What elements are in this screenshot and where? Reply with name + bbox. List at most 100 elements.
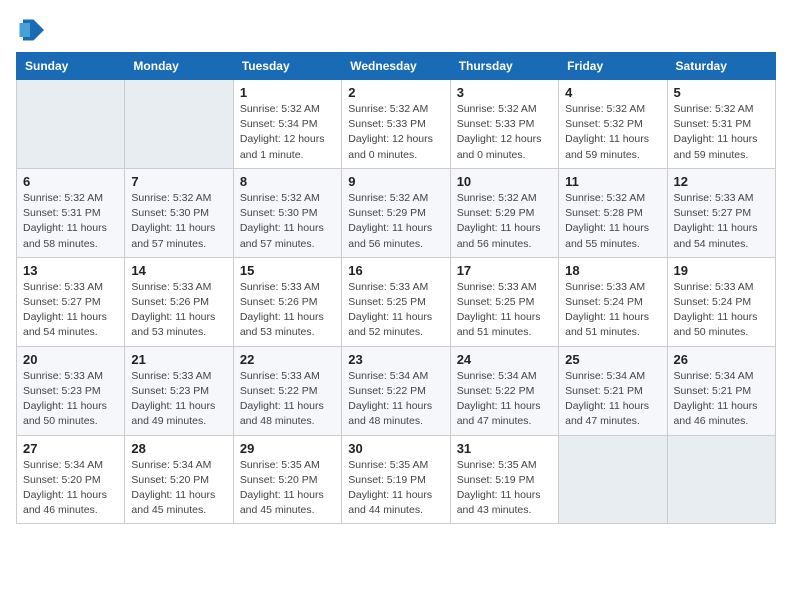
- calendar-body: 1 Sunrise: 5:32 AM Sunset: 5:34 PM Daylig…: [17, 80, 776, 524]
- calendar-cell: 23 Sunrise: 5:34 AM Sunset: 5:22 PM Dayli…: [342, 346, 450, 435]
- day-detail: Sunrise: 5:33 AM Sunset: 5:22 PM Dayligh…: [240, 369, 335, 430]
- day-number: 10: [457, 174, 552, 189]
- calendar-cell: 8 Sunrise: 5:32 AM Sunset: 5:30 PM Daylig…: [233, 168, 341, 257]
- weekday-header-sunday: Sunday: [17, 53, 125, 80]
- day-number: 23: [348, 352, 443, 367]
- day-detail: Sunrise: 5:34 AM Sunset: 5:22 PM Dayligh…: [348, 369, 443, 430]
- weekday-header-tuesday: Tuesday: [233, 53, 341, 80]
- day-number: 20: [23, 352, 118, 367]
- day-number: 25: [565, 352, 660, 367]
- calendar-cell: [559, 435, 667, 524]
- calendar-cell: 28Sunrise: 5:34 AM Sunset: 5:20 PM Dayli…: [125, 435, 233, 524]
- day-detail: Sunrise: 5:34 AM Sunset: 5:21 PM Dayligh…: [565, 369, 660, 430]
- calendar-week-2: 6 Sunrise: 5:32 AM Sunset: 5:31 PM Daylig…: [17, 168, 776, 257]
- day-number: 21: [131, 352, 226, 367]
- day-detail: Sunrise: 5:32 AM Sunset: 5:30 PM Dayligh…: [240, 191, 335, 252]
- day-detail: Sunrise: 5:35 AM Sunset: 5:19 PM Dayligh…: [457, 458, 552, 519]
- day-detail: Sunrise: 5:33 AM Sunset: 5:27 PM Dayligh…: [23, 280, 118, 341]
- calendar-cell: 22 Sunrise: 5:33 AM Sunset: 5:22 PM Dayli…: [233, 346, 341, 435]
- day-detail: Sunrise: 5:33 AM Sunset: 5:26 PM Dayligh…: [131, 280, 226, 341]
- day-number: 9: [348, 174, 443, 189]
- calendar-cell: [667, 435, 775, 524]
- day-number: 11: [565, 174, 660, 189]
- day-number: 12: [674, 174, 769, 189]
- day-detail: Sunrise: 5:35 AM Sunset: 5:20 PM Dayligh…: [240, 458, 335, 519]
- day-detail: Sunrise: 5:33 AM Sunset: 5:27 PM Dayligh…: [674, 191, 769, 252]
- calendar-cell: 1 Sunrise: 5:32 AM Sunset: 5:34 PM Daylig…: [233, 80, 341, 169]
- day-number: 3: [457, 85, 552, 100]
- calendar-cell: 11 Sunrise: 5:32 AM Sunset: 5:28 PM Dayli…: [559, 168, 667, 257]
- day-number: 18: [565, 263, 660, 278]
- day-detail: Sunrise: 5:34 AM Sunset: 5:20 PM Dayligh…: [23, 458, 118, 519]
- calendar-cell: 15 Sunrise: 5:33 AM Sunset: 5:26 PM Dayli…: [233, 257, 341, 346]
- day-number: 31: [457, 441, 552, 456]
- calendar-cell: 9 Sunrise: 5:32 AM Sunset: 5:29 PM Daylig…: [342, 168, 450, 257]
- calendar-week-3: 13 Sunrise: 5:33 AM Sunset: 5:27 PM Dayli…: [17, 257, 776, 346]
- day-number: 27: [23, 441, 118, 456]
- calendar-cell: 6 Sunrise: 5:32 AM Sunset: 5:31 PM Daylig…: [17, 168, 125, 257]
- day-detail: Sunrise: 5:32 AM Sunset: 5:28 PM Dayligh…: [565, 191, 660, 252]
- weekday-header-saturday: Saturday: [667, 53, 775, 80]
- calendar-cell: 26Sunrise: 5:34 AM Sunset: 5:21 PM Dayli…: [667, 346, 775, 435]
- calendar-cell: [125, 80, 233, 169]
- day-detail: Sunrise: 5:32 AM Sunset: 5:34 PM Dayligh…: [240, 102, 335, 163]
- weekday-header-thursday: Thursday: [450, 53, 558, 80]
- day-number: 1: [240, 85, 335, 100]
- day-number: 17: [457, 263, 552, 278]
- page-header: [16, 16, 776, 44]
- day-detail: Sunrise: 5:33 AM Sunset: 5:26 PM Dayligh…: [240, 280, 335, 341]
- day-detail: Sunrise: 5:32 AM Sunset: 5:33 PM Dayligh…: [348, 102, 443, 163]
- day-detail: Sunrise: 5:33 AM Sunset: 5:23 PM Dayligh…: [131, 369, 226, 430]
- day-number: 30: [348, 441, 443, 456]
- day-number: 7: [131, 174, 226, 189]
- calendar-cell: 21 Sunrise: 5:33 AM Sunset: 5:23 PM Dayli…: [125, 346, 233, 435]
- day-detail: Sunrise: 5:33 AM Sunset: 5:24 PM Dayligh…: [674, 280, 769, 341]
- day-detail: Sunrise: 5:32 AM Sunset: 5:29 PM Dayligh…: [348, 191, 443, 252]
- day-number: 29: [240, 441, 335, 456]
- day-number: 22: [240, 352, 335, 367]
- day-detail: Sunrise: 5:32 AM Sunset: 5:32 PM Dayligh…: [565, 102, 660, 163]
- calendar-cell: 3 Sunrise: 5:32 AM Sunset: 5:33 PM Daylig…: [450, 80, 558, 169]
- calendar-cell: 24Sunrise: 5:34 AM Sunset: 5:22 PM Dayli…: [450, 346, 558, 435]
- logo-icon: [16, 16, 44, 44]
- day-number: 16: [348, 263, 443, 278]
- calendar-cell: 4 Sunrise: 5:32 AM Sunset: 5:32 PM Daylig…: [559, 80, 667, 169]
- calendar-cell: 10 Sunrise: 5:32 AM Sunset: 5:29 PM Dayli…: [450, 168, 558, 257]
- day-detail: Sunrise: 5:32 AM Sunset: 5:31 PM Dayligh…: [674, 102, 769, 163]
- calendar-week-5: 27 Sunrise: 5:34 AM Sunset: 5:20 PM Dayli…: [17, 435, 776, 524]
- weekday-row: SundayMondayTuesdayWednesdayThursdayFrid…: [17, 53, 776, 80]
- day-detail: Sunrise: 5:32 AM Sunset: 5:33 PM Dayligh…: [457, 102, 552, 163]
- day-detail: Sunrise: 5:32 AM Sunset: 5:29 PM Dayligh…: [457, 191, 552, 252]
- day-number: 26: [674, 352, 769, 367]
- calendar-cell: 12 Sunrise: 5:33 AM Sunset: 5:27 PM Dayli…: [667, 168, 775, 257]
- calendar-header: SundayMondayTuesdayWednesdayThursdayFrid…: [17, 53, 776, 80]
- calendar-cell: 29 Sunrise: 5:35 AM Sunset: 5:20 PM Dayli…: [233, 435, 341, 524]
- day-number: 8: [240, 174, 335, 189]
- day-number: 6: [23, 174, 118, 189]
- day-number: 28: [131, 441, 226, 456]
- calendar-cell: 31 Sunrise: 5:35 AM Sunset: 5:19 PM Dayli…: [450, 435, 558, 524]
- day-detail: Sunrise: 5:32 AM Sunset: 5:30 PM Dayligh…: [131, 191, 226, 252]
- day-detail: Sunrise: 5:32 AM Sunset: 5:31 PM Dayligh…: [23, 191, 118, 252]
- calendar-cell: 18Sunrise: 5:33 AM Sunset: 5:24 PM Dayli…: [559, 257, 667, 346]
- day-number: 5: [674, 85, 769, 100]
- calendar-cell: 19 Sunrise: 5:33 AM Sunset: 5:24 PM Dayli…: [667, 257, 775, 346]
- day-number: 15: [240, 263, 335, 278]
- calendar-cell: 20Sunrise: 5:33 AM Sunset: 5:23 PM Dayli…: [17, 346, 125, 435]
- calendar-cell: 17Sunrise: 5:33 AM Sunset: 5:25 PM Dayli…: [450, 257, 558, 346]
- calendar-cell: 13 Sunrise: 5:33 AM Sunset: 5:27 PM Dayli…: [17, 257, 125, 346]
- calendar-cell: 25 Sunrise: 5:34 AM Sunset: 5:21 PM Dayli…: [559, 346, 667, 435]
- calendar-cell: 2Sunrise: 5:32 AM Sunset: 5:33 PM Daylig…: [342, 80, 450, 169]
- day-number: 19: [674, 263, 769, 278]
- day-number: 13: [23, 263, 118, 278]
- day-detail: Sunrise: 5:35 AM Sunset: 5:19 PM Dayligh…: [348, 458, 443, 519]
- day-number: 4: [565, 85, 660, 100]
- calendar-cell: [17, 80, 125, 169]
- calendar-cell: 30 Sunrise: 5:35 AM Sunset: 5:19 PM Dayli…: [342, 435, 450, 524]
- day-number: 14: [131, 263, 226, 278]
- calendar-cell: 14 Sunrise: 5:33 AM Sunset: 5:26 PM Dayli…: [125, 257, 233, 346]
- weekday-header-monday: Monday: [125, 53, 233, 80]
- calendar-cell: 7 Sunrise: 5:32 AM Sunset: 5:30 PM Daylig…: [125, 168, 233, 257]
- calendar-table: SundayMondayTuesdayWednesdayThursdayFrid…: [16, 52, 776, 524]
- calendar-cell: 27 Sunrise: 5:34 AM Sunset: 5:20 PM Dayli…: [17, 435, 125, 524]
